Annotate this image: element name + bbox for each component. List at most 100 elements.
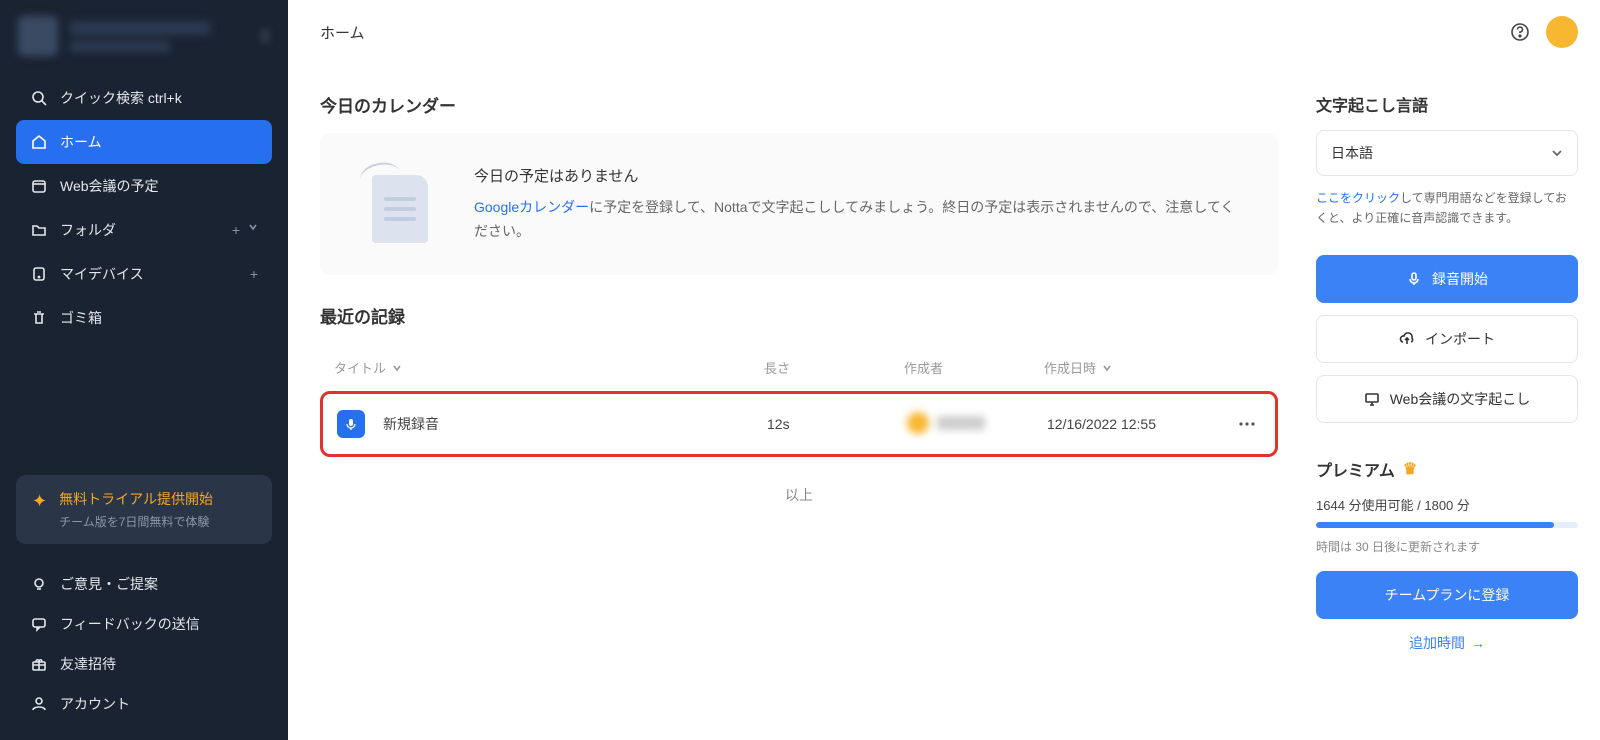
- mic-icon: [1406, 271, 1422, 287]
- profile-section[interactable]: [0, 0, 288, 72]
- sidebar-item-folder[interactable]: フォルダ +: [16, 208, 272, 252]
- records-table: タイトル 長さ 作成者 作成日時 新規録音 12s: [320, 344, 1278, 457]
- import-button[interactable]: インポート: [1316, 315, 1578, 363]
- chevron-down-icon: [1551, 147, 1563, 159]
- sidebar-item-label: マイデバイス: [60, 264, 238, 284]
- page-title: ホーム: [320, 22, 365, 43]
- sidebar-item-home[interactable]: ホーム: [16, 120, 272, 164]
- renew-text: 時間は 30 日後に更新されます: [1316, 538, 1578, 555]
- arrow-right-icon: →: [1471, 635, 1485, 651]
- trial-title: 無料トライアル提供開始: [59, 489, 213, 509]
- hint-text: ここをクリックして専門用語などを登録しておくと、より正確に音声認識できます。: [1316, 188, 1578, 229]
- col-title[interactable]: タイトル: [334, 358, 764, 377]
- premium-title: プレミアム: [1316, 457, 1395, 481]
- chevron-up-down-icon[interactable]: [260, 29, 270, 43]
- record-author: [907, 412, 1047, 437]
- add-device-icon[interactable]: +: [250, 266, 258, 282]
- bulb-icon: [30, 575, 48, 593]
- web-transcribe-button[interactable]: Web会議の文字起こし: [1316, 375, 1578, 423]
- hint-link[interactable]: ここをクリック: [1316, 191, 1400, 205]
- sidebar-item-label: フォルダ: [60, 220, 220, 240]
- sidebar-item-label: アカウント: [60, 694, 258, 714]
- google-calendar-link[interactable]: Googleカレンダー: [474, 199, 589, 215]
- page-header: ホーム: [320, 0, 1278, 64]
- device-icon: [30, 265, 48, 283]
- profile-info: [70, 21, 248, 52]
- more-options-icon[interactable]: [1233, 410, 1261, 438]
- user-avatar[interactable]: [1546, 16, 1578, 48]
- help-icon[interactable]: [1508, 20, 1532, 44]
- crown-icon: ♛: [1403, 459, 1417, 479]
- record-button[interactable]: 録音開始: [1316, 255, 1578, 303]
- profile-avatar: [18, 16, 58, 56]
- cloud-upload-icon: [1399, 331, 1415, 347]
- sidebar-item-label: 友達招待: [60, 654, 258, 674]
- chat-icon: [30, 615, 48, 633]
- col-author[interactable]: 作成者: [904, 358, 1044, 377]
- right-panel: 文字起こし言語 日本語 ここをクリックして専門用語などを登録しておくと、より正確…: [1310, 0, 1600, 740]
- sidebar-item-trash[interactable]: ゴミ箱: [16, 296, 272, 340]
- quick-search[interactable]: クイック検索 ctrl+k: [16, 76, 272, 120]
- sparkle-icon: ✦: [32, 491, 47, 512]
- records-section-title: 最近の記録: [320, 303, 1278, 328]
- import-label: インポート: [1425, 329, 1495, 349]
- col-date[interactable]: 作成日時: [1044, 358, 1214, 377]
- chevron-down-icon: [1102, 363, 1112, 373]
- progress-fill: [1316, 522, 1554, 528]
- sidebar-item-account[interactable]: アカウント: [16, 684, 272, 724]
- gift-icon: [30, 655, 48, 673]
- team-plan-label: チームプランに登録: [1385, 585, 1510, 605]
- main-area: ホーム 今日のカレンダー 今日の予定はありません Googleカレンダーに予定を…: [288, 0, 1600, 740]
- sidebar-item-label: ゴミ箱: [60, 308, 258, 328]
- record-title: 新規録音: [383, 414, 439, 434]
- record-label: 録音開始: [1432, 269, 1488, 289]
- trial-subtitle: チーム版を7日間無料で体験: [59, 513, 213, 530]
- sidebar-item-feedback-idea[interactable]: ご意見・ご提案: [16, 564, 272, 604]
- web-transcribe-label: Web会議の文字起こし: [1390, 389, 1531, 409]
- sidebar-item-label: ご意見・ご提案: [60, 574, 258, 594]
- trash-icon: [30, 309, 48, 327]
- sidebar: クイック検索 ctrl+k ホーム Web会議の予定 フォルダ +: [0, 0, 288, 740]
- content-column: ホーム 今日のカレンダー 今日の予定はありません Googleカレンダーに予定を…: [288, 0, 1310, 740]
- table-row[interactable]: 新規録音 12s 12/16/2022 12:55: [320, 391, 1278, 457]
- mic-icon: [337, 410, 365, 438]
- col-length[interactable]: 長さ: [764, 358, 904, 377]
- premium-card: プレミアム ♛ 1644 分使用可能 / 1800 分 時間は 30 日後に更新…: [1316, 457, 1578, 653]
- trial-promo-card[interactable]: ✦ 無料トライアル提供開始 チーム版を7日間無料で体験: [16, 475, 272, 544]
- calendar-illustration: [354, 159, 444, 249]
- folder-icon: [30, 221, 48, 239]
- chevron-down-icon[interactable]: [248, 222, 258, 238]
- sidebar-item-label: フィードバックの送信: [60, 614, 258, 634]
- calendar-empty-body: Googleカレンダーに予定を登録して、Nottaで文字起こししてみましょう。終…: [474, 196, 1244, 244]
- team-plan-button[interactable]: チームプランに登録: [1316, 571, 1578, 619]
- language-select[interactable]: 日本語: [1316, 130, 1578, 176]
- record-date: 12/16/2022 12:55: [1047, 416, 1217, 432]
- usage-text: 1644 分使用可能 / 1800 分: [1316, 495, 1578, 514]
- calendar-empty-heading: 今日の予定はありません: [474, 165, 1244, 186]
- lang-title: 文字起こし言語: [1316, 92, 1578, 116]
- add-time-label: 追加時間: [1409, 633, 1465, 653]
- home-icon: [30, 133, 48, 151]
- sidebar-item-web-meetings[interactable]: Web会議の予定: [16, 164, 272, 208]
- calendar-empty-card: 今日の予定はありません Googleカレンダーに予定を登録して、Nottaで文字…: [320, 133, 1278, 275]
- sidebar-item-mydevice[interactable]: マイデバイス +: [16, 252, 272, 296]
- screen-icon: [1364, 391, 1380, 407]
- quick-search-label: クイック検索 ctrl+k: [60, 88, 258, 108]
- usage-progress: [1316, 522, 1578, 528]
- language-value: 日本語: [1331, 143, 1373, 163]
- calendar-icon: [30, 177, 48, 195]
- sidebar-item-invite[interactable]: 友達招待: [16, 644, 272, 684]
- calendar-section-title: 今日のカレンダー: [320, 92, 1278, 117]
- add-folder-icon[interactable]: +: [232, 222, 240, 238]
- sidebar-item-label: Web会議の予定: [60, 176, 258, 196]
- sidebar-item-send-feedback[interactable]: フィードバックの送信: [16, 604, 272, 644]
- sidebar-item-label: ホーム: [60, 132, 258, 152]
- table-header: タイトル 長さ 作成者 作成日時: [320, 344, 1278, 391]
- end-of-list: 以上: [320, 485, 1278, 505]
- record-length: 12s: [767, 416, 907, 432]
- add-time-link[interactable]: 追加時間 →: [1316, 633, 1578, 653]
- user-icon: [30, 695, 48, 713]
- calendar-body-text: に予定を登録して、Nottaで文字起こししてみましょう。終日の予定は表示されませ…: [474, 199, 1234, 239]
- search-icon: [30, 89, 48, 107]
- chevron-down-icon: [392, 363, 402, 373]
